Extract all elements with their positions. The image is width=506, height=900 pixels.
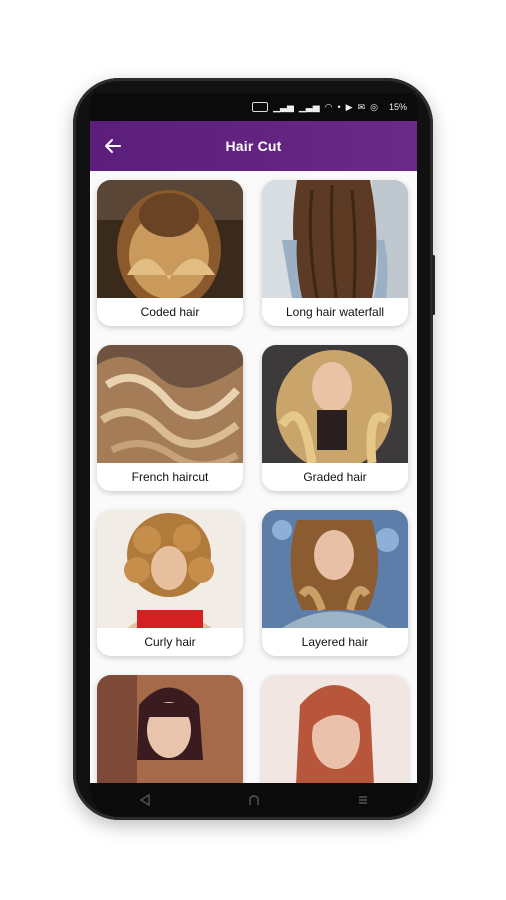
haircut-card-graded[interactable]: Graded hair [262,345,408,491]
app-bar: Hair Cut [90,121,417,171]
youtube-icon: ▶ [345,101,353,112]
phone-side-button [432,255,435,315]
wifi-icon: ◠ [324,101,333,112]
haircut-card-bob[interactable] [97,675,243,783]
back-button[interactable] [100,133,126,159]
card-label: French haircut [97,463,243,491]
recents-icon[interactable] [353,793,373,807]
system-nav-bar [90,783,417,817]
haircut-card-coded[interactable]: Coded hair [97,180,243,326]
haircut-grid: Coded hair Long hair waterfall French ha… [97,180,410,783]
haircut-photo [97,180,243,298]
app-screen: ▁▃▅ ▁▃▅ ◠ • ▶ ✉ ◎ 15% Hair Cut Coded hai… [90,93,417,783]
arrow-left-icon [105,139,121,153]
card-label: Layered hair [262,628,408,656]
signal-icon: ▁▃▅ [298,101,320,112]
haircut-card-long-waterfall[interactable]: Long hair waterfall [262,180,408,326]
whatsapp-icon: ◎ [370,101,378,112]
card-label: Long hair waterfall [262,298,408,326]
card-label: Coded hair [97,298,243,326]
haircut-photo [262,510,408,628]
haircut-photo [97,345,243,463]
back-triangle-icon[interactable] [135,793,155,807]
status-bar: ▁▃▅ ▁▃▅ ◠ • ▶ ✉ ◎ 15% [90,93,417,121]
card-label: Curly hair [97,628,243,656]
signal-icon: ▁▃▅ [273,101,294,112]
home-icon[interactable] [244,793,264,807]
haircut-card-layered[interactable]: Layered hair [262,510,408,656]
haircut-photo [97,675,243,783]
haircut-photo [262,180,408,298]
haircut-card-curly[interactable]: Curly hair [97,510,243,656]
sim-icon [252,102,269,112]
haircut-photo [97,510,243,628]
haircut-card-french[interactable]: French haircut [97,345,243,491]
message-icon: ✉ [357,101,366,112]
haircut-card-red-bob[interactable] [262,675,408,783]
card-label: Graded hair [262,463,408,491]
haircut-photo [262,675,408,783]
battery-indicator: 15% [388,102,407,112]
page-title: Hair Cut [225,138,282,154]
dot-icon: • [337,102,341,112]
haircut-photo [262,345,408,463]
